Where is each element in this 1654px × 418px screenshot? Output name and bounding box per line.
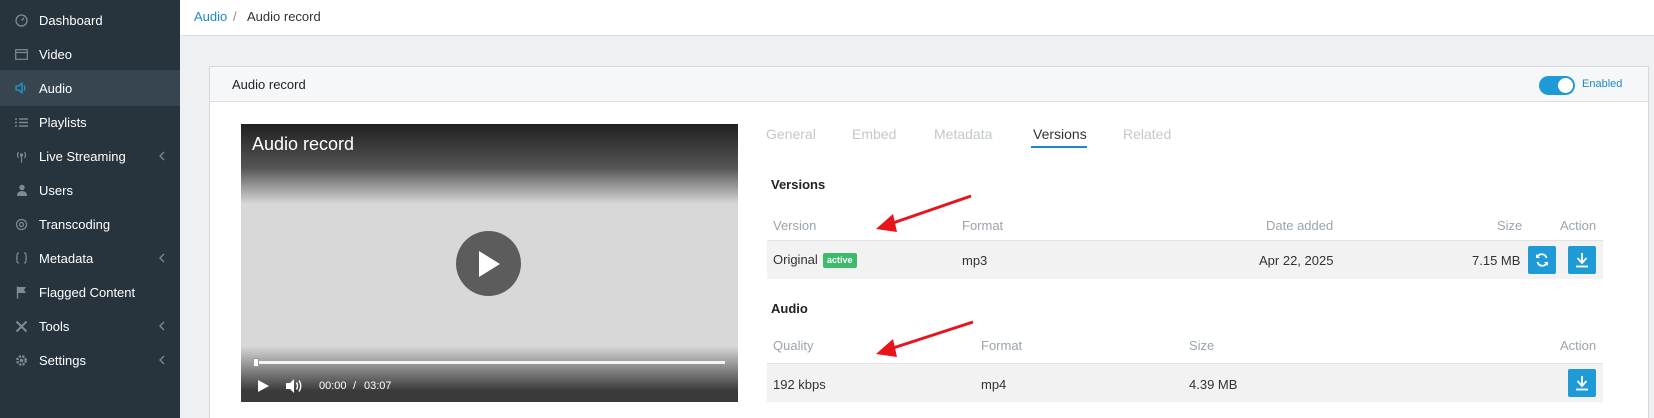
chevron-left-icon xyxy=(159,321,165,331)
audio-header-action: Action xyxy=(1560,338,1597,353)
progress-bar[interactable] xyxy=(253,358,725,367)
audio-format: mp4 xyxy=(981,377,1007,392)
audio-section-title: Audio xyxy=(771,301,808,316)
sidebar: Dashboard Video Audio Playlists Live Str… xyxy=(0,0,180,418)
top-bar: Audio / Audio record xyxy=(180,0,1654,36)
sidebar-item-transcoding[interactable]: Transcoding xyxy=(0,206,180,242)
sidebar-item-label: Dashboard xyxy=(39,12,103,28)
live-streaming-icon xyxy=(15,150,28,163)
regenerate-button[interactable] xyxy=(1528,246,1556,274)
sidebar-item-label: Users xyxy=(39,182,73,198)
tab-related[interactable]: Related xyxy=(1123,126,1171,142)
tab-embed[interactable]: Embed xyxy=(852,126,896,142)
sidebar-item-video[interactable]: Video xyxy=(0,36,180,72)
enabled-toggle-label: Enabled xyxy=(1582,78,1623,90)
tab-metadata[interactable]: Metadata xyxy=(934,126,992,142)
refresh-icon xyxy=(1536,253,1548,267)
progress-handle[interactable] xyxy=(253,358,259,367)
sidebar-item-label: Audio xyxy=(39,80,73,96)
big-play-button[interactable] xyxy=(456,231,521,296)
active-badge: active xyxy=(823,253,857,268)
audio-icon xyxy=(15,82,28,95)
playlists-icon xyxy=(15,116,28,129)
versions-header-version: Version xyxy=(773,218,817,233)
time-separator: / xyxy=(353,380,357,392)
gear-icon xyxy=(15,354,28,367)
enabled-toggle[interactable] xyxy=(1539,76,1575,95)
player-controls-bar xyxy=(241,346,738,402)
volume-icon[interactable] xyxy=(285,378,303,394)
metadata-icon xyxy=(15,252,28,265)
version-size: 7.15 MB xyxy=(1472,253,1521,268)
tools-icon xyxy=(15,320,28,333)
versions-header-action: Action xyxy=(1560,218,1597,233)
chevron-left-icon xyxy=(159,355,165,365)
sidebar-item-users[interactable]: Users xyxy=(0,172,180,208)
audio-header-quality: Quality xyxy=(773,338,814,353)
sidebar-item-label: Flagged Content xyxy=(39,284,136,300)
versions-header-size: Size xyxy=(1497,218,1523,233)
download-audio-button[interactable] xyxy=(1568,369,1596,397)
sidebar-item-audio[interactable]: Audio xyxy=(0,70,180,106)
sidebar-item-playlists[interactable]: Playlists xyxy=(0,104,180,140)
sidebar-item-label: Tools xyxy=(39,318,70,334)
sidebar-item-label: Video xyxy=(39,46,73,62)
download-icon xyxy=(1576,253,1588,268)
sidebar-item-label: Transcoding xyxy=(39,216,111,232)
breadcrumb-separator: / xyxy=(233,9,237,24)
version-name: Original xyxy=(773,252,818,267)
duration: 03:07 xyxy=(364,380,392,392)
chevron-left-icon xyxy=(159,253,165,263)
panel-header: Audio record Enabled xyxy=(210,67,1648,102)
download-version-button[interactable] xyxy=(1568,246,1596,274)
audio-header-size: Size xyxy=(1189,338,1215,353)
sidebar-item-label: Playlists xyxy=(39,114,87,130)
video-icon xyxy=(15,48,28,61)
tab-versions[interactable]: Versions xyxy=(1033,126,1087,142)
toggle-knob xyxy=(1558,78,1573,93)
sidebar-item-label: Settings xyxy=(39,352,86,368)
breadcrumb-current: Audio record xyxy=(247,9,321,24)
sidebar-item-flagged-content[interactable]: Flagged Content xyxy=(0,274,180,310)
version-date-added: Apr 22, 2025 xyxy=(1259,253,1334,268)
version-format: mp3 xyxy=(962,253,988,268)
user-icon xyxy=(15,184,28,197)
sidebar-item-tools[interactable]: Tools xyxy=(0,308,180,344)
sidebar-item-settings[interactable]: Settings xyxy=(0,342,180,378)
versions-header-date-added: Date added xyxy=(1266,218,1334,233)
versions-section-title: Versions xyxy=(771,177,826,192)
breadcrumb-link-audio[interactable]: Audio xyxy=(194,9,227,24)
audio-quality: 192 kbps xyxy=(773,377,826,392)
active-tab-indicator xyxy=(1031,146,1087,148)
transcoding-icon xyxy=(15,218,28,231)
sidebar-item-metadata[interactable]: Metadata xyxy=(0,240,180,276)
audio-size: 4.39 MB xyxy=(1189,377,1238,392)
sidebar-item-label: Live Streaming xyxy=(39,148,126,164)
audio-header-format: Format xyxy=(981,338,1023,353)
panel-title: Audio record xyxy=(232,77,306,92)
play-icon[interactable] xyxy=(256,379,270,393)
dashboard-icon xyxy=(15,13,28,27)
sidebar-item-label: Metadata xyxy=(39,250,94,266)
chevron-left-icon xyxy=(159,151,165,161)
flag-icon xyxy=(15,286,28,299)
table-row xyxy=(767,363,1603,402)
versions-header-format: Format xyxy=(962,218,1004,233)
current-time: 00:00 xyxy=(319,380,347,392)
tab-general[interactable]: General xyxy=(766,126,816,142)
player-title: Audio record xyxy=(252,134,355,154)
play-icon xyxy=(478,250,500,277)
sidebar-item-live-streaming[interactable]: Live Streaming xyxy=(0,138,180,174)
sidebar-item-dashboard[interactable]: Dashboard xyxy=(0,2,180,38)
download-icon xyxy=(1576,376,1588,391)
